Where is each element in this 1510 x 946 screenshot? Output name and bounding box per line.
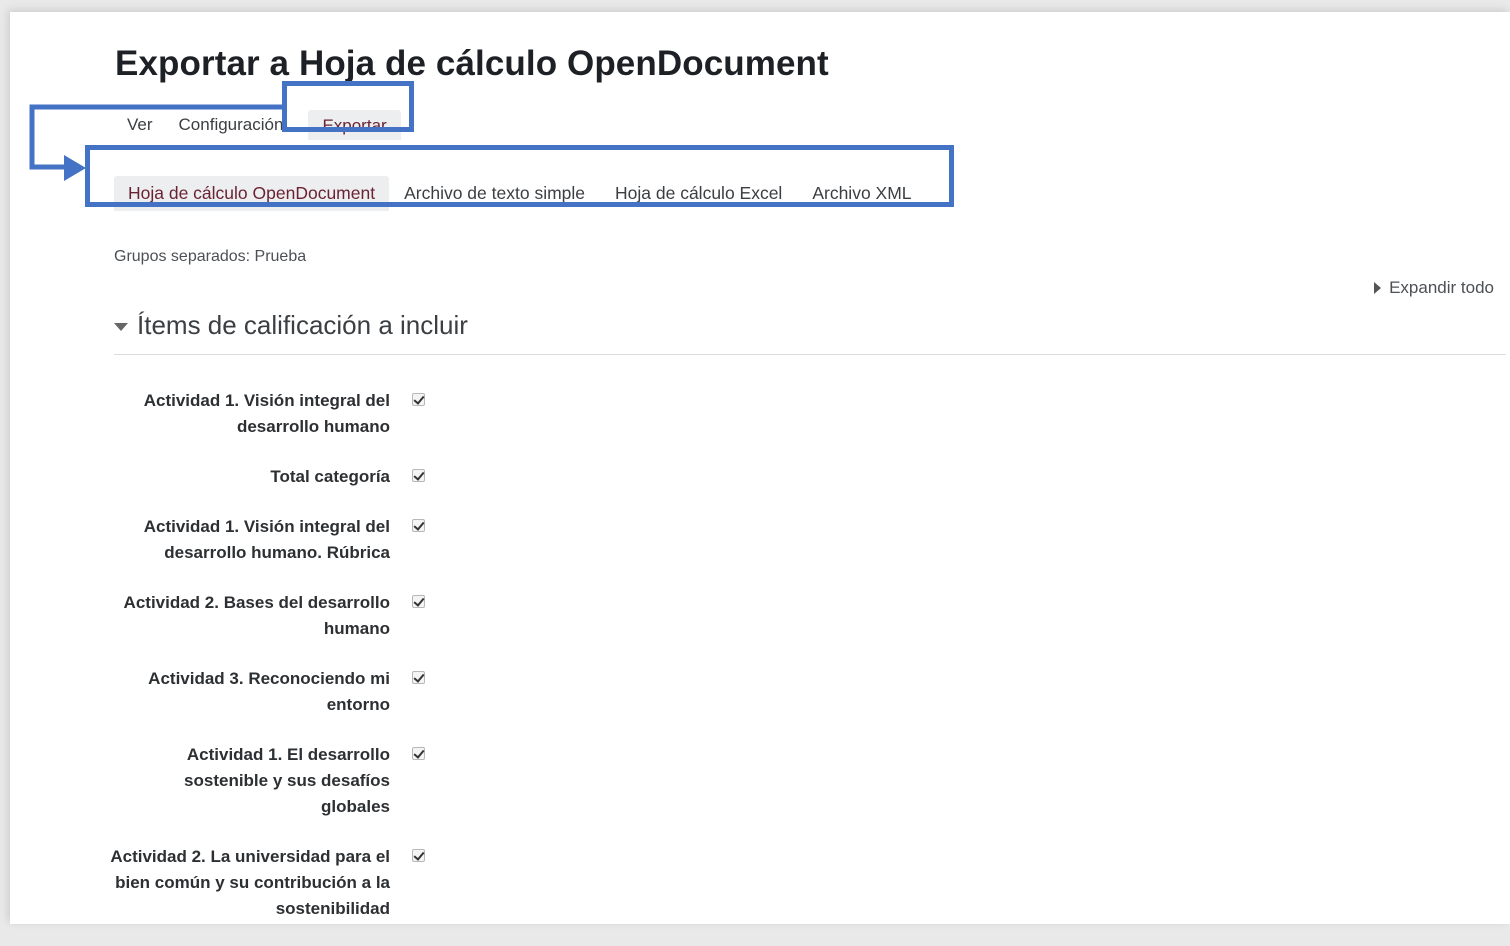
list-item: Actividad 2. La universidad para el bien… xyxy=(10,844,610,922)
item-checkbox[interactable] xyxy=(412,595,425,608)
tab-xml[interactable]: Archivo XML xyxy=(797,176,926,211)
item-label: Actividad 1. El desarrollo sostenible y … xyxy=(184,745,390,816)
page-container: Exportar a Hoja de cálculo OpenDocument … xyxy=(10,12,1510,924)
item-checkbox[interactable] xyxy=(412,469,425,482)
section-header-items[interactable]: Ítems de calificación a incluir xyxy=(114,310,468,341)
caret-right-icon xyxy=(1374,282,1382,294)
item-checkbox[interactable] xyxy=(412,671,425,684)
expand-all-link[interactable]: Expandir todo xyxy=(1374,278,1494,298)
tab-opendocument[interactable]: Hoja de cálculo OpenDocument xyxy=(114,175,390,211)
tab-exportar[interactable]: Exportar xyxy=(308,110,401,140)
item-label: Actividad 2. La universidad para el bien… xyxy=(110,847,390,918)
page-title: Exportar a Hoja de cálculo OpenDocument xyxy=(115,44,829,83)
item-checkbox[interactable] xyxy=(412,519,425,532)
item-checkbox[interactable] xyxy=(412,747,425,760)
item-label: Actividad 1. Visión integral del desarro… xyxy=(143,391,390,436)
tab-excel[interactable]: Hoja de cálculo Excel xyxy=(600,176,797,211)
list-item: Actividad 2. Bases del desarrollo humano xyxy=(10,590,610,642)
section-divider xyxy=(114,354,1506,355)
groups-indicator: Grupos separados: Prueba xyxy=(114,248,307,265)
item-label: Actividad 2. Bases del desarrollo humano xyxy=(123,593,390,638)
tab-ver[interactable]: Ver xyxy=(114,115,166,135)
item-label: Actividad 3. Reconociendo mi entorno xyxy=(148,669,390,714)
tab-configuracion[interactable]: Configuración xyxy=(166,115,297,135)
item-checkbox[interactable] xyxy=(412,393,425,406)
section-title: Ítems de calificación a incluir xyxy=(137,310,468,340)
primary-tabs: Ver Configuración Exportar xyxy=(114,108,401,142)
expand-all-label: Expandir todo xyxy=(1389,278,1494,297)
list-item: Total categoría xyxy=(10,464,610,490)
list-item: Actividad 1. Visión integral del desarro… xyxy=(10,388,610,440)
export-format-tabs: Hoja de cálculo OpenDocument Archivo de … xyxy=(114,175,927,211)
list-item: Actividad 1. Visión integral del desarro… xyxy=(10,514,610,566)
item-label: Actividad 1. Visión integral del desarro… xyxy=(143,517,390,562)
list-item: Actividad 1. El desarrollo sostenible y … xyxy=(10,742,610,820)
list-item: Actividad 3. Reconociendo mi entorno xyxy=(10,666,610,718)
grade-items-list: Actividad 1. Visión integral del desarro… xyxy=(10,388,610,946)
tab-texto-simple[interactable]: Archivo de texto simple xyxy=(389,176,600,211)
item-label: Total categoría xyxy=(270,467,390,486)
caret-down-icon xyxy=(114,322,128,331)
item-checkbox[interactable] xyxy=(412,849,425,862)
